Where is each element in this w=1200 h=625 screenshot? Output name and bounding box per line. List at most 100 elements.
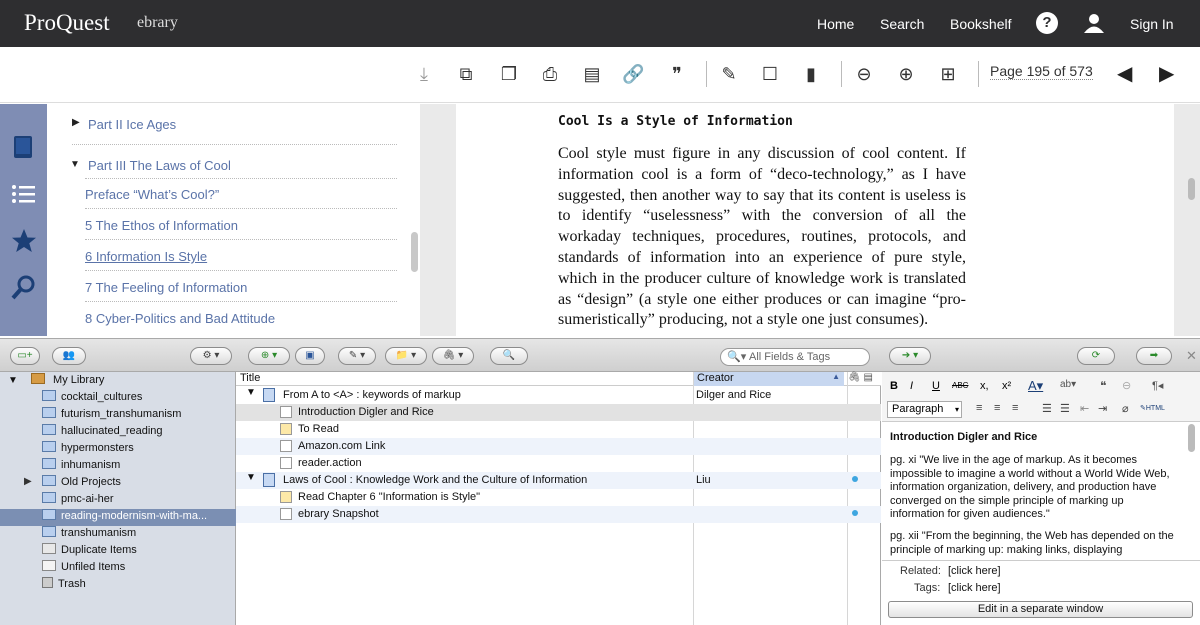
page-indicator[interactable]: Page 195 of 573 bbox=[990, 63, 1093, 80]
strikethrough-icon[interactable]: ABC bbox=[952, 381, 968, 390]
table-row-selected[interactable]: Introduction Digler and Rice bbox=[236, 404, 881, 421]
creator-column-header[interactable]: Creator ▲ bbox=[694, 372, 844, 386]
nav-bookshelf[interactable]: Bookshelf bbox=[950, 16, 1011, 32]
collapse-arrow-icon[interactable]: ▼ bbox=[8, 375, 18, 386]
highlight-icon[interactable]: ✎ bbox=[718, 63, 740, 85]
book-icon[interactable] bbox=[11, 134, 37, 160]
collection-item[interactable]: Old Projects bbox=[42, 475, 121, 492]
trash[interactable]: Trash bbox=[42, 577, 86, 594]
sign-in-link[interactable]: Sign In bbox=[1130, 16, 1174, 32]
new-item-icon[interactable]: ⊕ ▾ bbox=[248, 347, 290, 365]
table-row[interactable]: ▼ Laws of Cool : Knowledge Work and the … bbox=[236, 472, 881, 489]
download-icon[interactable]: ⤓ bbox=[413, 63, 435, 85]
user-icon[interactable] bbox=[1083, 12, 1105, 34]
toc-item-7[interactable]: 7 The Feeling of Information bbox=[85, 280, 397, 295]
edit-in-separate-window-button[interactable]: Edit in a separate window bbox=[888, 601, 1193, 618]
bookmark-icon[interactable]: ▮ bbox=[800, 63, 822, 85]
table-row[interactable]: Amazon.com Link bbox=[236, 438, 881, 455]
link-icon[interactable]: ⊖ bbox=[1122, 379, 1131, 392]
align-right-icon[interactable]: ≡ bbox=[1012, 402, 1018, 414]
table-row[interactable]: reader.action bbox=[236, 455, 881, 472]
advanced-search-icon[interactable]: 🔍 bbox=[490, 347, 528, 365]
page-layout-icon[interactable]: ⊞ bbox=[937, 63, 959, 85]
zoom-out-icon[interactable]: ⊖ bbox=[853, 63, 875, 85]
highlight-color-icon[interactable]: ab▾ bbox=[1060, 379, 1076, 390]
locate-icon[interactable]: ➔ ▾ bbox=[889, 347, 931, 365]
toc-item-6-current[interactable]: 6 Information Is Style bbox=[85, 249, 207, 264]
nav-search[interactable]: Search bbox=[880, 16, 924, 32]
help-icon[interactable]: ? bbox=[1036, 12, 1058, 34]
collection-item[interactable]: hypermonsters bbox=[42, 441, 134, 458]
new-group-icon[interactable]: 👥 bbox=[52, 347, 86, 365]
add-attachment-icon[interactable]: 📁 ▾ bbox=[385, 347, 427, 365]
expand-arrow-icon[interactable]: ▶ bbox=[72, 117, 80, 128]
collection-item[interactable]: futurism_transhumanism bbox=[42, 407, 181, 424]
attachment-column-icon[interactable]: 🖇 ▤ bbox=[848, 372, 873, 383]
expand-arrow-icon[interactable]: ▶ bbox=[24, 476, 32, 487]
actions-gear-icon[interactable]: ⚙ ▾ bbox=[190, 347, 232, 365]
sync-icon[interactable]: ⟳ bbox=[1077, 347, 1115, 365]
toc-scrollbar[interactable] bbox=[411, 232, 418, 272]
page-scrollbar[interactable] bbox=[1188, 178, 1195, 200]
note-icon[interactable]: ☐ bbox=[759, 63, 781, 85]
toc-item-8[interactable]: 8 Cyber-Politics and Bad Attitude bbox=[85, 311, 397, 326]
attachment-dot-icon[interactable] bbox=[852, 476, 858, 482]
add-by-identifier-icon[interactable]: ▣ bbox=[295, 347, 325, 365]
library-root[interactable]: ▼ My Library bbox=[8, 373, 104, 390]
attach-link-icon[interactable]: 🖇 ▾ bbox=[432, 347, 474, 365]
note-paragraph-2[interactable]: pg. xii "From the beginning, the Web has… bbox=[890, 530, 1180, 557]
table-row[interactable]: To Read bbox=[236, 421, 881, 438]
collection-item[interactable]: inhumanism bbox=[42, 458, 120, 475]
outdent-icon[interactable]: ⇤ bbox=[1080, 402, 1089, 415]
toc-item-5[interactable]: 5 The Ethos of Information bbox=[85, 218, 397, 233]
print-icon[interactable]: ⎙ bbox=[539, 63, 561, 85]
collection-item[interactable]: cocktail_cultures bbox=[42, 390, 142, 407]
copy-icon[interactable]: ⧉ bbox=[455, 63, 477, 85]
collapse-arrow-icon[interactable]: ▼ bbox=[246, 387, 256, 398]
unfiled-items[interactable]: Unfiled Items bbox=[42, 560, 125, 577]
collection-item[interactable]: pmc-ai-her bbox=[42, 492, 114, 509]
collection-item[interactable]: transhumanism bbox=[42, 526, 136, 543]
toc-part-3[interactable]: Part III The Laws of Cool bbox=[88, 158, 400, 173]
proquest-logo[interactable]: ProQuest bbox=[24, 10, 110, 36]
subscript-icon[interactable]: x, bbox=[980, 380, 989, 392]
table-row[interactable]: Read Chapter 6 "Information is Style" bbox=[236, 489, 881, 506]
new-note-icon[interactable]: ✎ ▾ bbox=[338, 347, 376, 365]
toc-item-preface[interactable]: Preface “What’s Cool?” bbox=[85, 187, 397, 202]
collapse-arrow-icon[interactable]: ▼ bbox=[70, 159, 80, 170]
close-icon[interactable]: ✕ bbox=[1186, 348, 1197, 364]
toc-part-2[interactable]: Part II Ice Ages bbox=[88, 117, 400, 132]
link-icon[interactable]: 🔗 bbox=[622, 63, 644, 85]
tags-link[interactable]: [click here] bbox=[948, 582, 1001, 594]
fullscreen-icon[interactable]: ➡ bbox=[1136, 347, 1172, 365]
note-paragraph-1[interactable]: pg. xi "We live in the age of markup. As… bbox=[890, 454, 1180, 522]
bullet-list-icon[interactable]: ☰ bbox=[1042, 402, 1052, 415]
collapse-arrow-icon[interactable]: ▼ bbox=[246, 472, 256, 483]
star-icon[interactable] bbox=[11, 228, 37, 254]
prev-page-icon[interactable]: ◀ bbox=[1117, 61, 1132, 86]
table-row[interactable]: ▼ From A to <A> : keywords of markup Dil… bbox=[236, 387, 881, 404]
nav-home[interactable]: Home bbox=[817, 16, 854, 32]
bold-icon[interactable]: B bbox=[890, 380, 898, 392]
note-scrollbar[interactable] bbox=[1188, 424, 1195, 452]
copy-pages-icon[interactable]: ❐ bbox=[498, 63, 520, 85]
superscript-icon[interactable]: x² bbox=[1002, 380, 1011, 392]
note-title[interactable]: Introduction Digler and Rice bbox=[890, 431, 1180, 445]
text-color-icon[interactable]: A▾ bbox=[1028, 378, 1043, 394]
zoom-in-icon[interactable]: ⊕ bbox=[895, 63, 917, 85]
align-left-icon[interactable]: ≡ bbox=[976, 402, 982, 414]
indent-icon[interactable]: ⇥ bbox=[1098, 402, 1107, 415]
blockquote-icon[interactable]: ❝ bbox=[1100, 379, 1106, 393]
format-select[interactable]: Paragraph ▾ bbox=[887, 401, 962, 418]
add-to-bookshelf-icon[interactable]: ▤ bbox=[581, 63, 603, 85]
title-column-header[interactable]: Title bbox=[240, 372, 260, 386]
clear-formatting-icon[interactable]: ⌀ bbox=[1122, 402, 1129, 415]
numbered-list-icon[interactable]: ☰ bbox=[1060, 402, 1070, 415]
search-icon[interactable] bbox=[11, 274, 37, 300]
underline-icon[interactable]: U bbox=[932, 380, 940, 392]
contents-list-icon[interactable] bbox=[11, 181, 37, 207]
next-page-icon[interactable]: ▶ bbox=[1159, 61, 1174, 86]
table-row[interactable]: ebrary Snapshot bbox=[236, 506, 881, 523]
attachment-dot-icon[interactable] bbox=[852, 510, 858, 516]
align-center-icon[interactable]: ≡ bbox=[994, 402, 1000, 414]
